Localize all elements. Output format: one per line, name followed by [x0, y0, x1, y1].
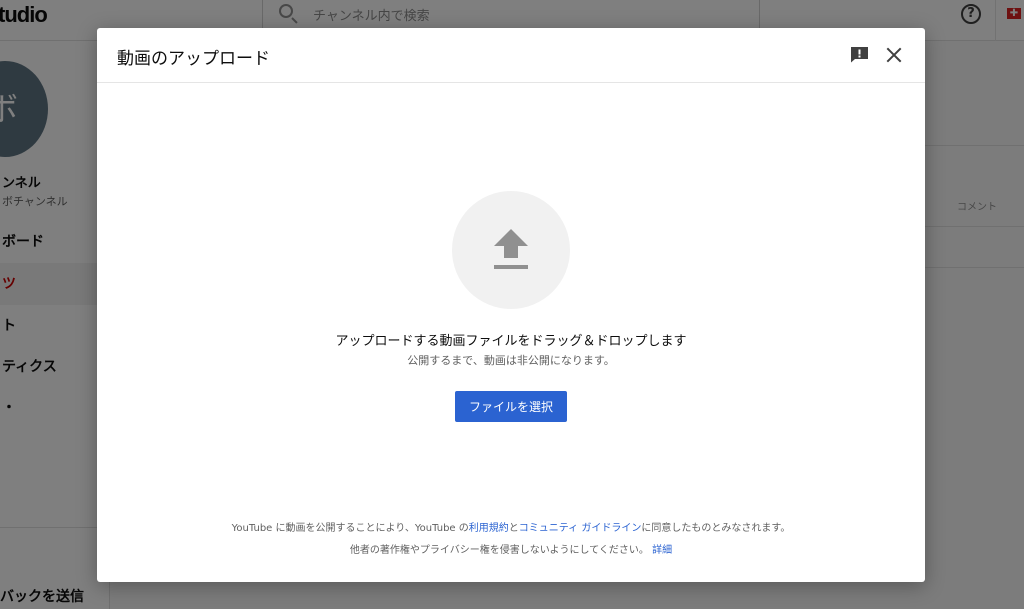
terms-and: と: [508, 523, 519, 534]
drop-instructions: アップロードする動画ファイルをドラッグ＆ドロップします: [335, 334, 687, 349]
details-link[interactable]: 詳細: [652, 545, 672, 556]
privacy-text: 他者の著作権やプライバシー権を侵害しないようにしてください。: [349, 545, 649, 556]
drop-subtext: 公開するまで、動画は非公開になります。: [407, 354, 615, 367]
feedback-icon[interactable]: [850, 46, 869, 63]
terms-of-service-link[interactable]: 利用規約: [469, 523, 509, 534]
upload-dialog: 動画のアップロード アップロードする動画ファイルをドラッグ＆ドロップします 公開…: [97, 28, 925, 582]
community-guidelines-link[interactable]: コミュニティ ガイドライン: [519, 523, 642, 534]
upload-dropzone[interactable]: [452, 191, 570, 309]
terms-suffix: に同意したものとみなされます。: [641, 523, 791, 534]
terms-prefix: YouTube に動画を公開することにより、YouTube の: [231, 523, 469, 534]
dialog-header: 動画のアップロード: [97, 28, 925, 83]
terms-notice: YouTube に動画を公開することにより、YouTube の利用規約とコミュニ…: [97, 519, 925, 534]
privacy-notice: 他者の著作権やプライバシー権を侵害しないようにしてください。 詳細: [97, 541, 925, 556]
select-files-button[interactable]: ファイルを選択: [455, 391, 567, 422]
dialog-title: 動画のアップロード: [117, 49, 270, 69]
upload-arrow-icon: [494, 229, 528, 269]
close-icon[interactable]: [886, 47, 902, 63]
